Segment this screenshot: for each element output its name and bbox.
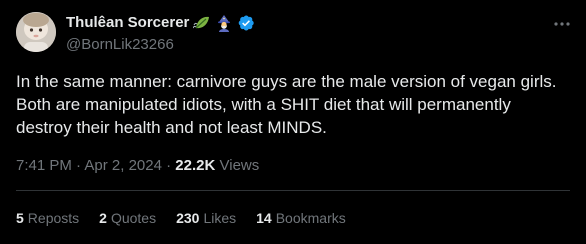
name-row: Thulêan Sorcerer (66, 13, 255, 33)
display-name[interactable]: Thulêan Sorcerer (66, 13, 189, 33)
tweet-time: 7:41 PM (16, 157, 72, 174)
meta-separator: · (76, 157, 82, 174)
tweet-meta: 7:41 PM · Apr 2, 2024 · 22.2K Views (16, 156, 259, 176)
more-options-icon[interactable] (552, 14, 572, 34)
quotes-count: 2 (99, 210, 107, 226)
quotes-stat[interactable]: 2 Quotes (99, 209, 156, 227)
tweet-timestamp[interactable]: 7:41 PM · Apr 2, 2024 (16, 157, 162, 174)
likes-stat[interactable]: 230 Likes (176, 209, 236, 227)
wizard-icon (215, 14, 233, 32)
author-handle[interactable]: @BornLik23266 (66, 35, 255, 55)
reposts-stat[interactable]: 5 Reposts (16, 209, 79, 227)
engagement-stats: 5 Reposts 2 Quotes 230 Likes 14 Bookmarks (16, 209, 366, 227)
reposts-label: Reposts (27, 210, 80, 226)
avatar[interactable] (16, 12, 56, 52)
reposts-count: 5 (16, 210, 24, 226)
likes-count: 230 (176, 210, 200, 226)
verified-badge-icon (237, 14, 255, 32)
views-count: 22.2K (175, 157, 216, 174)
quotes-label: Quotes (110, 210, 157, 226)
tweet-text: In the same manner: carnivore guys are t… (16, 72, 557, 137)
views-label: Views (219, 157, 260, 174)
likes-label: Likes (203, 210, 237, 226)
tweet-date: Apr 2, 2024 (84, 157, 162, 174)
leaf-fluttering-icon (192, 14, 211, 32)
tweet-container: Thulêan Sorcerer @BornLik23266 In the sa… (0, 0, 586, 244)
author-block: Thulêan Sorcerer @BornLik23266 (66, 13, 255, 55)
bookmarks-stat[interactable]: 14 Bookmarks (256, 209, 346, 227)
divider (16, 190, 570, 191)
bookmarks-count: 14 (256, 210, 272, 226)
meta-separator-2: · (166, 157, 172, 174)
avatar-image (16, 12, 56, 52)
bookmarks-label: Bookmarks (275, 210, 346, 226)
